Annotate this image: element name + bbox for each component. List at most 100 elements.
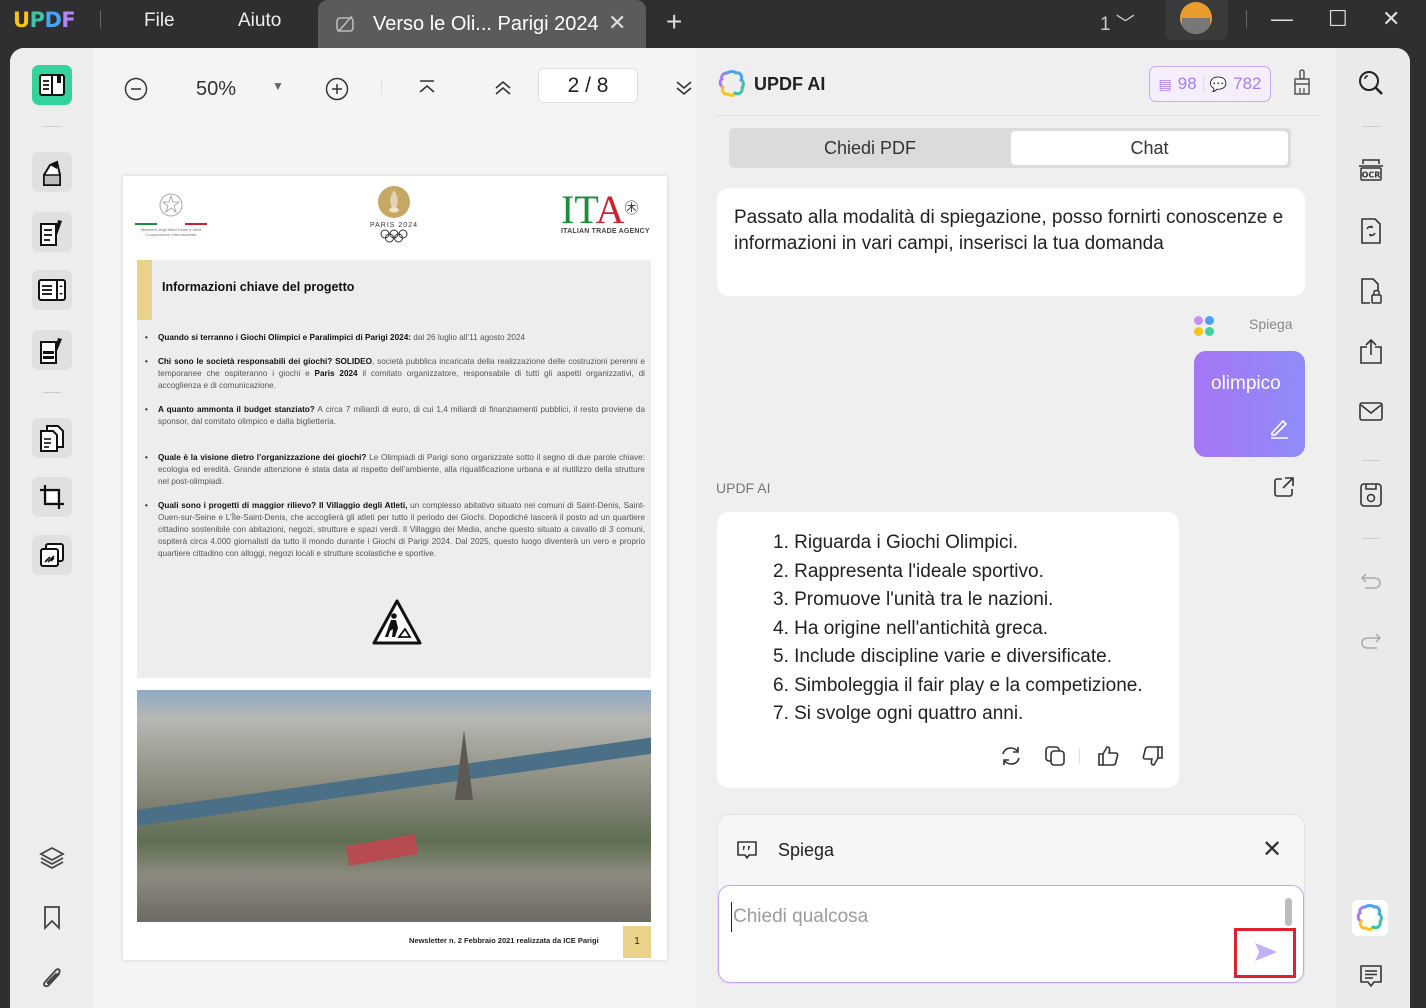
share-icon bbox=[1360, 338, 1382, 364]
thumbs-down-icon[interactable] bbox=[1141, 744, 1165, 768]
photo-river bbox=[137, 726, 651, 826]
book-icon bbox=[39, 74, 65, 96]
key-info-box: Informazioni chiave del progetto Quando … bbox=[137, 260, 651, 678]
logo-u: U bbox=[13, 8, 30, 32]
user-message-text: olimpico bbox=[1211, 373, 1281, 394]
chat-input-box[interactable] bbox=[718, 885, 1304, 983]
tab-chiedi-pdf[interactable]: Chiedi PDF bbox=[732, 131, 1008, 165]
response-item: 3. Promuove l'unità tra le nazioni. bbox=[773, 589, 1054, 610]
tab-chat[interactable]: Chat bbox=[1011, 131, 1288, 165]
yellow-accent-bar bbox=[137, 260, 152, 320]
edit-pdf-tool[interactable] bbox=[32, 212, 72, 252]
sidebar-divider bbox=[43, 392, 61, 393]
send-button[interactable] bbox=[1234, 928, 1296, 978]
bullet-item: Quali sono i progetti di maggior rilievo… bbox=[145, 500, 645, 560]
right-sidebar: OCR bbox=[1336, 48, 1410, 1008]
ai-panel-title: UPDF AI bbox=[754, 74, 826, 94]
organize-pages-tool[interactable] bbox=[32, 418, 72, 458]
convert-file-button[interactable] bbox=[1356, 216, 1386, 246]
paris-2024-logo: PARIS 2024 bbox=[363, 184, 425, 246]
redo-button[interactable] bbox=[1356, 626, 1386, 656]
reader-tool[interactable] bbox=[32, 65, 72, 105]
minimize-button[interactable]: — bbox=[1271, 6, 1293, 32]
pages-icon bbox=[40, 425, 64, 452]
email-button[interactable] bbox=[1356, 396, 1386, 426]
zoom-level[interactable]: 50% bbox=[196, 78, 236, 101]
save-button[interactable] bbox=[1356, 480, 1386, 510]
sign-tool[interactable] bbox=[32, 330, 72, 370]
zoom-in-icon[interactable] bbox=[325, 77, 349, 101]
attachment-button[interactable] bbox=[36, 962, 68, 994]
zoom-out-icon[interactable] bbox=[124, 77, 148, 101]
input-scrollbar[interactable] bbox=[1285, 898, 1292, 926]
redo-icon bbox=[1361, 633, 1382, 649]
system-message: Passato alla modalità di spiegazione, po… bbox=[717, 188, 1305, 296]
clear-chat-brush-icon[interactable] bbox=[1290, 68, 1314, 96]
previous-page-icon[interactable] bbox=[493, 78, 513, 98]
layers-button[interactable] bbox=[36, 842, 68, 874]
updf-ai-button[interactable] bbox=[1352, 900, 1388, 936]
zoom-dropdown-icon[interactable]: ▼ bbox=[272, 79, 284, 93]
maximize-button[interactable]: ☐ bbox=[1328, 6, 1348, 32]
bullet-item: Quale è la visione dietro l’organizzazio… bbox=[145, 452, 645, 488]
document-credits: 98 bbox=[1177, 74, 1197, 93]
toolbar-divider bbox=[381, 78, 382, 94]
page-number-badge: 1 bbox=[623, 926, 651, 958]
undo-button[interactable] bbox=[1356, 566, 1386, 596]
export-icon[interactable] bbox=[1273, 476, 1295, 498]
chat-credits: 782 bbox=[1233, 74, 1262, 93]
paperclip-icon bbox=[43, 968, 61, 988]
avatar-image bbox=[1180, 2, 1212, 34]
ocr-button[interactable]: OCR bbox=[1356, 154, 1386, 184]
sidebar-divider bbox=[1362, 538, 1380, 539]
edit-document-icon bbox=[40, 220, 62, 246]
crop-tool[interactable] bbox=[32, 477, 72, 517]
menu-help[interactable]: Aiuto bbox=[238, 10, 281, 32]
document-tab[interactable]: Verso le Oli... Parigi 2024 ✕ bbox=[318, 0, 646, 48]
comment-tool[interactable] bbox=[32, 152, 72, 192]
ita-logo: ITA㊍ ITALIAN TRADE AGENCY bbox=[561, 190, 651, 242]
credits-badge[interactable]: ▤ 98 💬 782 bbox=[1149, 66, 1271, 102]
logo-f: F bbox=[61, 8, 76, 32]
title-bar: UPDF File Aiuto Verso le Oli... Parigi 2… bbox=[0, 0, 1426, 48]
menu-file[interactable]: File bbox=[144, 10, 175, 32]
close-window-button[interactable]: ✕ bbox=[1382, 6, 1400, 32]
window-count-dropdown[interactable]: 1 ﹀ bbox=[1100, 9, 1135, 36]
form-tool[interactable] bbox=[32, 270, 72, 310]
tab-close-icon[interactable]: ✕ bbox=[608, 10, 626, 36]
comment-list-icon bbox=[1360, 965, 1382, 987]
updf-ai-logo-icon bbox=[718, 70, 745, 97]
protect-button[interactable] bbox=[1356, 276, 1386, 306]
sidebar-divider bbox=[1362, 126, 1380, 127]
user-avatar[interactable] bbox=[1165, 0, 1228, 40]
close-mode-icon[interactable]: ✕ bbox=[1262, 835, 1282, 864]
chat-input[interactable] bbox=[731, 902, 1251, 932]
share-button[interactable] bbox=[1356, 336, 1386, 366]
bullet-question: Quali sono i progetti di maggior rilievo… bbox=[158, 501, 408, 510]
construction-sign-icon bbox=[372, 599, 422, 645]
form-fields-icon bbox=[38, 279, 66, 301]
edit-pencil-icon[interactable] bbox=[1268, 417, 1290, 439]
logo-p: P bbox=[29, 8, 45, 32]
bookmark-button[interactable] bbox=[36, 902, 68, 934]
new-tab-button[interactable]: + bbox=[666, 6, 682, 38]
page-number-input[interactable]: 2 / 8 bbox=[538, 68, 638, 103]
ai-response: 1. Riguarda i Giochi Olimpici. 2. Rappre… bbox=[717, 512, 1179, 788]
copy-icon[interactable] bbox=[1043, 744, 1067, 768]
ai-response-list: 1. Riguarda i Giochi Olimpici. 2. Rappre… bbox=[773, 529, 1143, 729]
bullet-item: Quando si terranno i Giochi Olimpici e P… bbox=[145, 332, 645, 344]
first-page-icon[interactable] bbox=[417, 78, 437, 98]
thumbs-up-icon[interactable] bbox=[1096, 744, 1120, 768]
comments-button[interactable] bbox=[1356, 962, 1386, 992]
emblem-icon bbox=[159, 193, 183, 217]
olympic-rings-icon bbox=[380, 229, 408, 243]
regenerate-icon[interactable] bbox=[999, 744, 1023, 768]
next-page-icon[interactable] bbox=[674, 78, 694, 98]
user-message: olimpico bbox=[1194, 351, 1305, 457]
search-button[interactable] bbox=[1356, 68, 1386, 98]
ministry-name: Ministero degli Affari Esteri e della Co… bbox=[140, 226, 202, 237]
convert-tool[interactable] bbox=[32, 535, 72, 575]
svg-text:OCR: OCR bbox=[1362, 171, 1381, 180]
viewer-toolbar: 50% ▼ 2 / 8 bbox=[94, 48, 696, 128]
response-item: 7. Si svolge ogni quattro anni. bbox=[773, 703, 1024, 724]
